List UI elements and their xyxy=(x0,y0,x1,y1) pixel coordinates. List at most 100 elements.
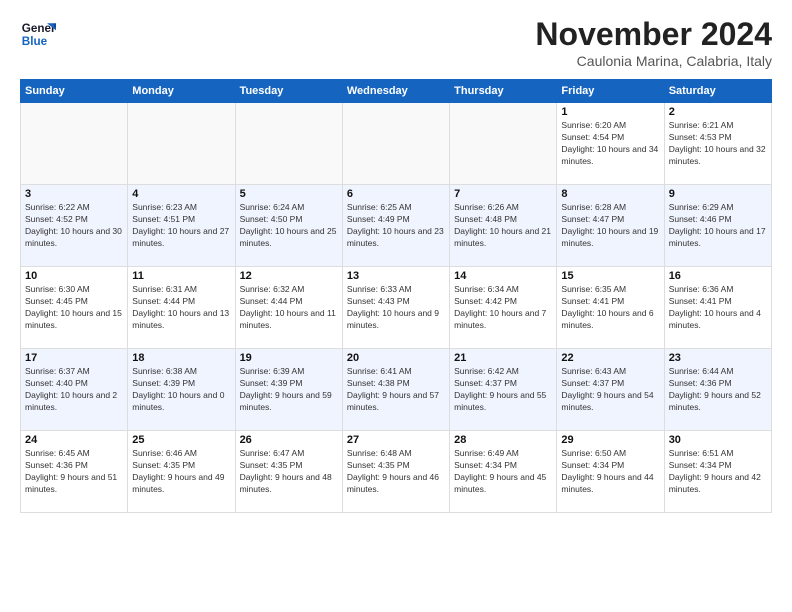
day-info: Sunrise: 6:48 AM Sunset: 4:35 PM Dayligh… xyxy=(347,448,445,496)
day-number: 1 xyxy=(561,106,659,118)
day-number: 6 xyxy=(347,188,445,200)
table-cell: 20Sunrise: 6:41 AM Sunset: 4:38 PM Dayli… xyxy=(342,349,449,431)
day-number: 28 xyxy=(454,434,552,446)
day-info: Sunrise: 6:32 AM Sunset: 4:44 PM Dayligh… xyxy=(240,284,338,332)
day-number: 22 xyxy=(561,352,659,364)
day-info: Sunrise: 6:33 AM Sunset: 4:43 PM Dayligh… xyxy=(347,284,445,332)
table-cell xyxy=(235,103,342,185)
day-info: Sunrise: 6:21 AM Sunset: 4:53 PM Dayligh… xyxy=(669,120,767,168)
day-number: 27 xyxy=(347,434,445,446)
day-number: 20 xyxy=(347,352,445,364)
col-thursday: Thursday xyxy=(450,80,557,103)
day-number: 19 xyxy=(240,352,338,364)
calendar-table: Sunday Monday Tuesday Wednesday Thursday… xyxy=(20,79,772,513)
day-number: 25 xyxy=(132,434,230,446)
logo: General Blue xyxy=(20,16,56,52)
day-info: Sunrise: 6:29 AM Sunset: 4:46 PM Dayligh… xyxy=(669,202,767,250)
day-info: Sunrise: 6:34 AM Sunset: 4:42 PM Dayligh… xyxy=(454,284,552,332)
day-number: 13 xyxy=(347,270,445,282)
table-cell: 27 Sunrise: 6:48 AM Sunset: 4:35 PM Dayli… xyxy=(342,431,449,513)
day-info: Sunrise: 6:44 AM Sunset: 4:36 PM Dayligh… xyxy=(669,366,767,414)
table-cell: 7 Sunrise: 6:26 AM Sunset: 4:48 PM Daylig… xyxy=(450,185,557,267)
table-cell: 22 Sunrise: 6:43 AM Sunset: 4:37 PM Dayli… xyxy=(557,349,664,431)
day-info: Sunrise: 6:51 AM Sunset: 4:34 PM Dayligh… xyxy=(669,448,767,496)
table-cell: 10 Sunrise: 6:30 AM Sunset: 4:45 PM Dayli… xyxy=(21,267,128,349)
day-info: Sunrise: 6:46 AM Sunset: 4:35 PM Dayligh… xyxy=(132,448,230,496)
col-saturday: Saturday xyxy=(664,80,771,103)
table-cell: 14 Sunrise: 6:34 AM Sunset: 4:42 PM Dayli… xyxy=(450,267,557,349)
calendar-row: 1 Sunrise: 6:20 AM Sunset: 4:54 PM Daylig… xyxy=(21,103,772,185)
day-info: Sunrise: 6:24 AM Sunset: 4:50 PM Dayligh… xyxy=(240,202,338,250)
table-cell: 25 Sunrise: 6:46 AM Sunset: 4:35 PM Dayli… xyxy=(128,431,235,513)
col-monday: Monday xyxy=(128,80,235,103)
table-cell: 28 Sunrise: 6:49 AM Sunset: 4:34 PM Dayli… xyxy=(450,431,557,513)
calendar-row: 10 Sunrise: 6:30 AM Sunset: 4:45 PM Dayli… xyxy=(21,267,772,349)
day-number: 11 xyxy=(132,270,230,282)
day-number: 4 xyxy=(132,188,230,200)
location-subtitle: Caulonia Marina, Calabria, Italy xyxy=(535,53,772,69)
day-info: Sunrise: 6:30 AM Sunset: 4:45 PM Dayligh… xyxy=(25,284,123,332)
table-cell: 13 Sunrise: 6:33 AM Sunset: 4:43 PM Dayli… xyxy=(342,267,449,349)
day-number: 18 xyxy=(132,352,230,364)
day-number: 26 xyxy=(240,434,338,446)
day-info: Sunrise: 6:39 AM Sunset: 4:39 PM Dayligh… xyxy=(240,366,338,414)
svg-text:Blue: Blue xyxy=(22,35,48,48)
table-cell xyxy=(21,103,128,185)
day-number: 29 xyxy=(561,434,659,446)
col-sunday: Sunday xyxy=(21,80,128,103)
table-cell: 30Sunrise: 6:51 AM Sunset: 4:34 PM Dayli… xyxy=(664,431,771,513)
table-cell: 2Sunrise: 6:21 AM Sunset: 4:53 PM Daylig… xyxy=(664,103,771,185)
table-cell: 26 Sunrise: 6:47 AM Sunset: 4:35 PM Dayli… xyxy=(235,431,342,513)
table-cell: 8 Sunrise: 6:28 AM Sunset: 4:47 PM Daylig… xyxy=(557,185,664,267)
table-cell: 12 Sunrise: 6:32 AM Sunset: 4:44 PM Dayli… xyxy=(235,267,342,349)
table-cell: 19 Sunrise: 6:39 AM Sunset: 4:39 PM Dayli… xyxy=(235,349,342,431)
day-info: Sunrise: 6:20 AM Sunset: 4:54 PM Dayligh… xyxy=(561,120,659,168)
table-cell: 18Sunrise: 6:38 AM Sunset: 4:39 PM Dayli… xyxy=(128,349,235,431)
table-cell: 4 Sunrise: 6:23 AM Sunset: 4:51 PM Daylig… xyxy=(128,185,235,267)
day-number: 16 xyxy=(669,270,767,282)
day-number: 24 xyxy=(25,434,123,446)
table-cell: 9Sunrise: 6:29 AM Sunset: 4:46 PM Daylig… xyxy=(664,185,771,267)
table-cell: 5 Sunrise: 6:24 AM Sunset: 4:50 PM Daylig… xyxy=(235,185,342,267)
day-info: Sunrise: 6:37 AM Sunset: 4:40 PM Dayligh… xyxy=(25,366,123,414)
day-number: 8 xyxy=(561,188,659,200)
table-cell: 17 Sunrise: 6:37 AM Sunset: 4:40 PM Dayli… xyxy=(21,349,128,431)
day-info: Sunrise: 6:43 AM Sunset: 4:37 PM Dayligh… xyxy=(561,366,659,414)
calendar-row: 24 Sunrise: 6:45 AM Sunset: 4:36 PM Dayli… xyxy=(21,431,772,513)
header-row: Sunday Monday Tuesday Wednesday Thursday… xyxy=(21,80,772,103)
day-info: Sunrise: 6:36 AM Sunset: 4:41 PM Dayligh… xyxy=(669,284,767,332)
table-cell: 29Sunrise: 6:50 AM Sunset: 4:34 PM Dayli… xyxy=(557,431,664,513)
table-cell: 6 Sunrise: 6:25 AM Sunset: 4:49 PM Daylig… xyxy=(342,185,449,267)
day-info: Sunrise: 6:35 AM Sunset: 4:41 PM Dayligh… xyxy=(561,284,659,332)
day-info: Sunrise: 6:47 AM Sunset: 4:35 PM Dayligh… xyxy=(240,448,338,496)
day-info: Sunrise: 6:42 AM Sunset: 4:37 PM Dayligh… xyxy=(454,366,552,414)
day-info: Sunrise: 6:25 AM Sunset: 4:49 PM Dayligh… xyxy=(347,202,445,250)
day-info: Sunrise: 6:31 AM Sunset: 4:44 PM Dayligh… xyxy=(132,284,230,332)
table-cell: 15Sunrise: 6:35 AM Sunset: 4:41 PM Dayli… xyxy=(557,267,664,349)
day-number: 5 xyxy=(240,188,338,200)
table-cell: 11 Sunrise: 6:31 AM Sunset: 4:44 PM Dayli… xyxy=(128,267,235,349)
table-cell: 24 Sunrise: 6:45 AM Sunset: 4:36 PM Dayli… xyxy=(21,431,128,513)
col-friday: Friday xyxy=(557,80,664,103)
table-cell: 21 Sunrise: 6:42 AM Sunset: 4:37 PM Dayli… xyxy=(450,349,557,431)
day-info: Sunrise: 6:23 AM Sunset: 4:51 PM Dayligh… xyxy=(132,202,230,250)
day-number: 21 xyxy=(454,352,552,364)
header: General Blue November 2024 Caulonia Mari… xyxy=(20,16,772,69)
day-number: 10 xyxy=(25,270,123,282)
day-number: 17 xyxy=(25,352,123,364)
day-info: Sunrise: 6:28 AM Sunset: 4:47 PM Dayligh… xyxy=(561,202,659,250)
table-cell xyxy=(342,103,449,185)
day-number: 7 xyxy=(454,188,552,200)
day-info: Sunrise: 6:49 AM Sunset: 4:34 PM Dayligh… xyxy=(454,448,552,496)
table-cell: 3Sunrise: 6:22 AM Sunset: 4:52 PM Daylig… xyxy=(21,185,128,267)
day-info: Sunrise: 6:26 AM Sunset: 4:48 PM Dayligh… xyxy=(454,202,552,250)
day-number: 14 xyxy=(454,270,552,282)
table-cell: 16 Sunrise: 6:36 AM Sunset: 4:41 PM Dayli… xyxy=(664,267,771,349)
calendar-row: 3Sunrise: 6:22 AM Sunset: 4:52 PM Daylig… xyxy=(21,185,772,267)
day-info: Sunrise: 6:45 AM Sunset: 4:36 PM Dayligh… xyxy=(25,448,123,496)
calendar-row: 17 Sunrise: 6:37 AM Sunset: 4:40 PM Dayli… xyxy=(21,349,772,431)
logo-icon: General Blue xyxy=(20,16,56,52)
day-info: Sunrise: 6:22 AM Sunset: 4:52 PM Dayligh… xyxy=(25,202,123,250)
col-tuesday: Tuesday xyxy=(235,80,342,103)
day-number: 12 xyxy=(240,270,338,282)
